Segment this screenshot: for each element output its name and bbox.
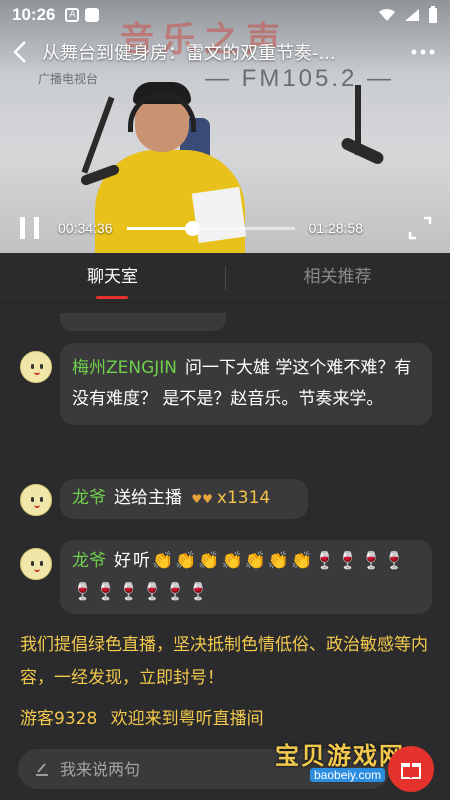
avatar-mouth-icon: [34, 372, 40, 375]
video-player[interactable]: 音乐之声 — FM105.2 — 广播电视台 10:26 A 从舞台到健身房：雷…: [0, 0, 450, 253]
chat-username[interactable]: 梅州ZENGJIN: [72, 358, 177, 378]
progress-knob[interactable]: [184, 220, 200, 236]
more-dots-icon: [411, 49, 435, 55]
watermark-text: 宝贝游戏网: [275, 742, 405, 770]
chat-text: 送给主播: [114, 488, 182, 508]
chat-text: 好听👏👏👏👏👏👏👏🍷🍷🍷🍷🍷🍷🍷🍷🍷🍷: [72, 551, 407, 602]
chat-list[interactable]: 梅州ZENGJIN 问一下大雄 学这个难不难？有没有难度？ 是不是？赵音乐。节奏来…: [0, 303, 450, 743]
status-time: 10:26: [12, 5, 56, 24]
back-icon[interactable]: [12, 40, 28, 64]
current-time: 00:34:36: [58, 220, 113, 236]
avatar[interactable]: [20, 351, 52, 383]
progress-bar[interactable]: [126, 220, 295, 236]
pencil-icon: [36, 763, 48, 776]
watermark-url: baobeiy.com: [310, 768, 386, 782]
gift-count: x1314: [216, 488, 271, 508]
notification-a-icon: A: [65, 8, 80, 22]
tab-bar: 聊天室 相关推荐: [0, 253, 450, 303]
tab-recommended[interactable]: 相关推荐: [225, 253, 450, 303]
chat-username[interactable]: 龙爷: [72, 488, 106, 508]
avatar-eye-icon: [31, 364, 34, 369]
microphone-right: [339, 136, 386, 166]
chat-message-gift: 龙爷 送给主播 ♥♥ x1314: [60, 479, 308, 519]
active-tab-indicator: [96, 296, 128, 299]
gift-icon: ♥♥: [191, 492, 213, 506]
platform-notice: 我们提倡绿色直播，坚决抵制色情低俗、政治敏感等内容，一经发现，立即封号！: [20, 635, 428, 688]
fullscreen-icon[interactable]: [408, 216, 432, 240]
chat-bubble-partial: [60, 313, 226, 331]
avatar[interactable]: [20, 548, 52, 580]
chat-message: 龙爷 好听👏👏👏👏👏👏👏🍷🍷🍷🍷🍷🍷🍷🍷🍷🍷: [60, 540, 432, 614]
welcome-user: 游客9328: [20, 709, 98, 729]
total-time: 01:28:58: [308, 220, 364, 236]
signal-icon: [405, 9, 419, 21]
status-bar: 10:26 A: [0, 0, 450, 30]
avatar-mouth-icon: [34, 505, 40, 508]
microphone-arm-left: [81, 96, 115, 174]
more-options-button[interactable]: [408, 37, 438, 67]
notification-square-icon: [85, 8, 100, 22]
chat-username[interactable]: 龙爷: [72, 551, 106, 571]
chat-message: 梅州ZENGJIN 问一下大雄 学这个难不难？有没有难度？ 是不是？赵音乐。节奏来…: [60, 343, 432, 425]
gift-button[interactable]: [388, 746, 434, 792]
video-controls: 00:34:36 01:28:58: [0, 203, 450, 253]
pause-icon[interactable]: [16, 215, 44, 241]
avatar-mouth-icon: [34, 569, 40, 572]
avatar-eye-icon: [40, 497, 43, 502]
video-title: 从舞台到健身房：雷文的双重节奏-...: [42, 43, 336, 64]
avatar[interactable]: [20, 484, 52, 516]
welcome-text: 欢迎来到粤听直播间: [110, 709, 264, 729]
progress-fill: [126, 226, 192, 230]
avatar-eye-icon: [40, 561, 43, 566]
avatar-eye-icon: [40, 364, 43, 369]
wifi-icon: [379, 8, 395, 21]
gift-box-icon: [401, 763, 421, 779]
battery-icon: [429, 6, 437, 23]
avatar-eye-icon: [31, 497, 34, 502]
video-top-bar: 从舞台到健身房：雷文的双重节奏-...: [0, 30, 450, 74]
avatar-eye-icon: [31, 561, 34, 566]
